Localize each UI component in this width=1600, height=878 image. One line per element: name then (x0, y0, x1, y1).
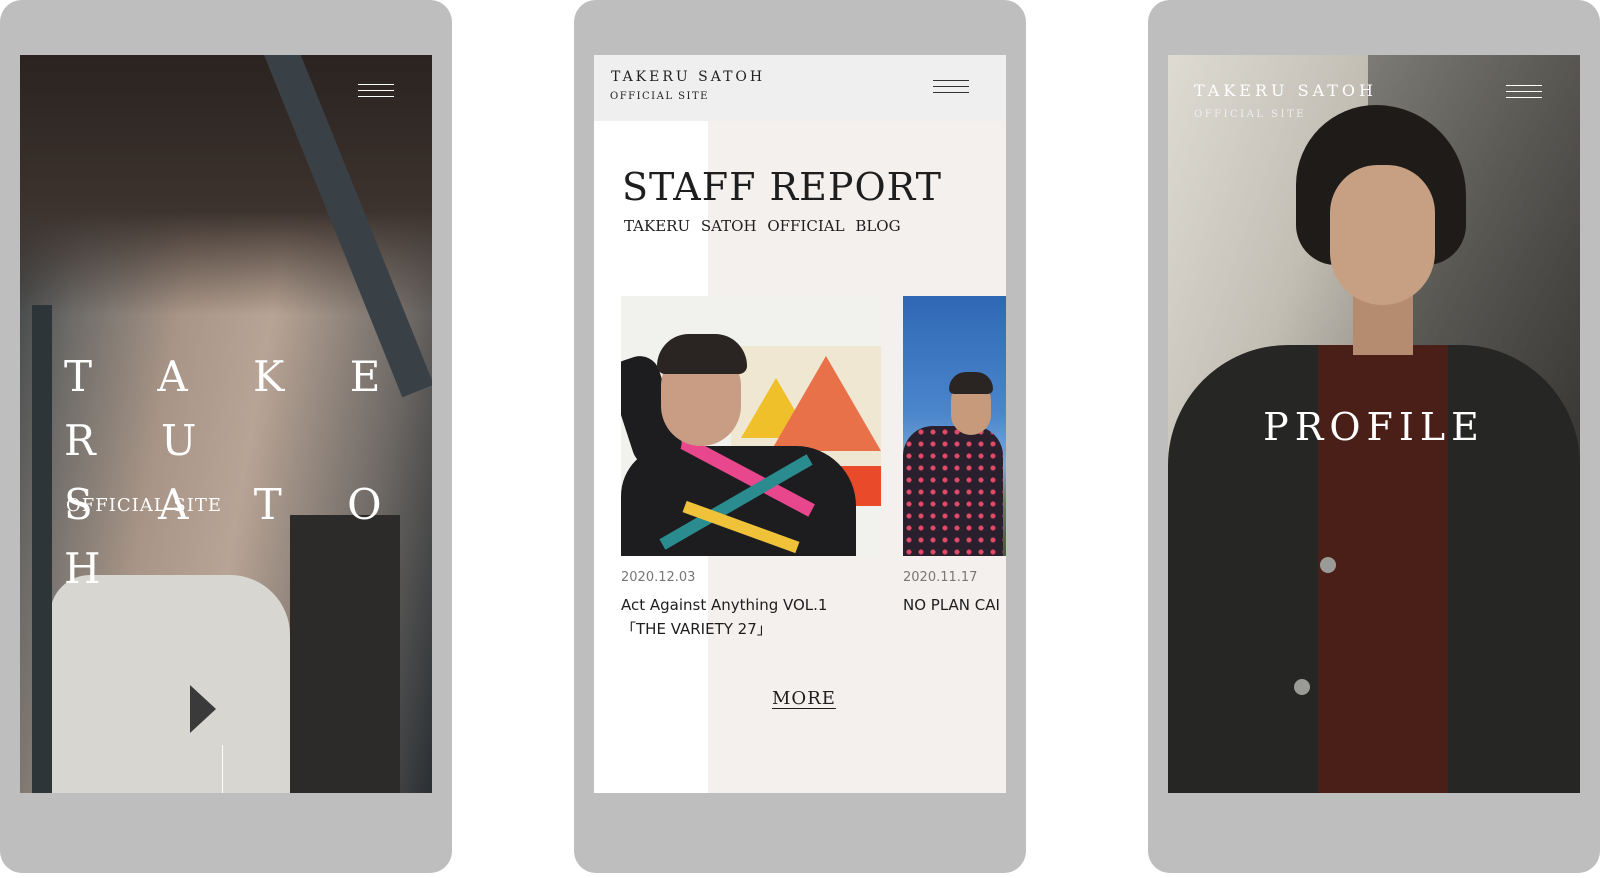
profile-screen: TAKERU SATOH OFFICIAL SITE PROFILE (1168, 55, 1580, 793)
blog-card-title[interactable]: Act Against Anything VOL.1 「THE VARIETY … (621, 593, 881, 641)
site-logo-subtitle: OFFICIAL SITE (610, 91, 709, 102)
site-header: TAKERU SATOH OFFICIAL SITE (594, 55, 1006, 121)
scroll-indicator (222, 745, 223, 793)
page-title: PROFILE (1263, 405, 1485, 449)
hero-subtitle: OFFICIAL SITE (66, 495, 222, 516)
blog-card-date: 2020.12.03 (621, 570, 696, 585)
hero-photo-shirt (50, 575, 290, 793)
blog-card[interactable]: 2020.12.03 Act Against Anything VOL.1 「T… (621, 296, 881, 641)
site-logo-title[interactable]: TAKERU SATOH (611, 69, 765, 85)
blog-card-date: 2020.11.17 (903, 570, 978, 585)
blog-card-thumbnail[interactable] (621, 296, 881, 556)
hamburger-icon[interactable] (1506, 85, 1542, 99)
profile-photo-face (1330, 165, 1435, 305)
phone-profile: TAKERU SATOH OFFICIAL SITE PROFILE (1148, 0, 1600, 873)
hero-title: T A K E R U S A T O H (64, 352, 408, 593)
blog-card-thumbnail[interactable] (903, 296, 1006, 556)
phone-blog: TAKERU SATOH OFFICIAL SITE STAFF REPORT … (574, 0, 1026, 873)
blog-screen: TAKERU SATOH OFFICIAL SITE STAFF REPORT … (594, 55, 1006, 793)
site-logo-subtitle: OFFICIAL SITE (1194, 109, 1306, 120)
section-subtitle: TAKERU SATOH OFFICIAL BLOG (624, 217, 901, 235)
hero-photo-frame-bar (32, 305, 52, 793)
hamburger-icon[interactable] (933, 80, 969, 94)
more-link[interactable]: MORE (772, 688, 836, 709)
home-screen: T A K E R U S A T O H OFFICIAL SITE (20, 55, 432, 793)
play-icon (190, 685, 216, 733)
blog-card[interactable]: 2020.11.17 NO PLAN CAI (903, 296, 1006, 617)
blog-card-title[interactable]: NO PLAN CAI (903, 593, 1006, 617)
phone-home: T A K E R U S A T O H OFFICIAL SITE (0, 0, 452, 873)
hamburger-icon[interactable] (358, 84, 394, 98)
site-logo-title[interactable]: TAKERU SATOH (1194, 81, 1377, 100)
section-title: STAFF REPORT (622, 165, 942, 209)
